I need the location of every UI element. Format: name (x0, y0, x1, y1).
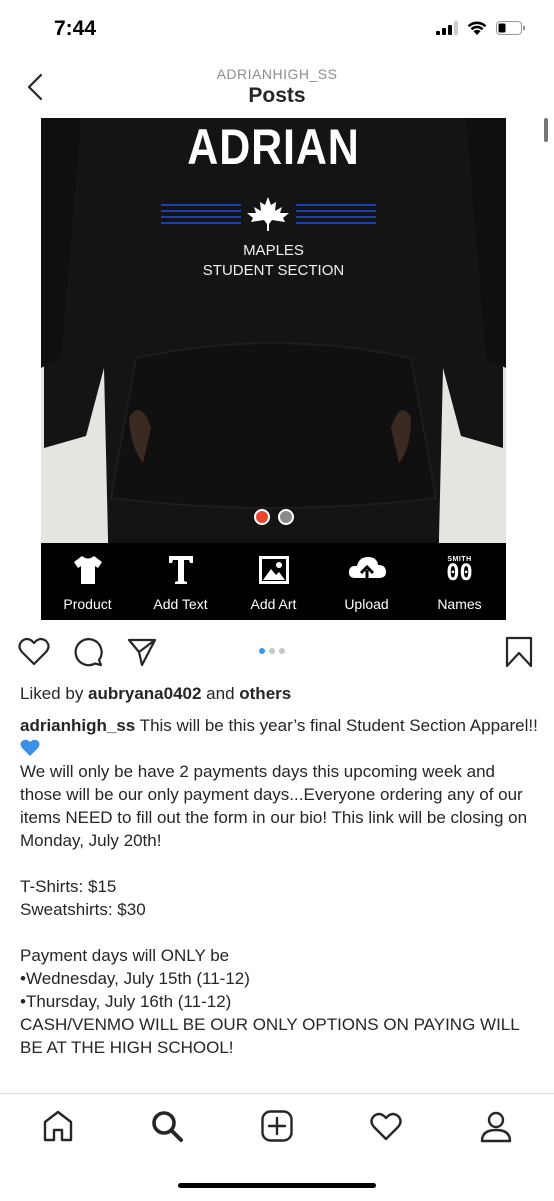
maple-leaf-icon (247, 197, 289, 231)
carousel-dot-active[interactable] (254, 509, 270, 525)
caption-body: We will only be have 2 payments days thi… (20, 762, 528, 1057)
shirt-text-line-2: STUDENT SECTION (202, 262, 345, 279)
status-time: 7:44 (54, 17, 97, 40)
add-art-tool-button[interactable]: Add Art (227, 543, 320, 620)
image-carousel-dots[interactable] (254, 509, 294, 525)
bookmark-icon (505, 636, 533, 668)
product-tool-button[interactable]: Product (41, 543, 134, 620)
add-text-tool-button[interactable]: Add Text (134, 543, 227, 620)
send-icon (127, 638, 157, 667)
post-media[interactable]: ADRIAN MAPLES STUDENT SECTION Product Ad… (0, 118, 554, 620)
tab-home[interactable] (38, 1106, 78, 1146)
likes-middle: and (201, 684, 240, 703)
tool-label: Add Text (153, 596, 208, 612)
media-scroll-indicator (544, 118, 548, 142)
new-post-icon (261, 1110, 293, 1142)
stripes-left (161, 204, 241, 228)
comment-button[interactable] (72, 636, 104, 668)
status-bar: 7:44 (0, 0, 554, 58)
battery-icon (496, 21, 525, 35)
jersey-number-icon: SMITH 00 (446, 555, 473, 586)
like-button[interactable] (18, 636, 50, 668)
post-carousel-dot (269, 648, 275, 654)
tool-label: Names (437, 596, 482, 612)
activity-heart-icon (370, 1112, 402, 1141)
caption-first-line: This will be this year’s final Student S… (135, 716, 538, 735)
carousel-dot[interactable] (278, 509, 294, 525)
image-icon (258, 556, 289, 584)
post-carousel-dots (259, 648, 285, 654)
page-title: Posts (248, 84, 306, 107)
caption-username[interactable]: adrianhigh_ss (20, 716, 135, 735)
post-carousel-dot (279, 648, 285, 654)
designer-toolbar: Product Add Text Add Art Upload SMITH 00… (41, 543, 506, 620)
shirt-brand-word: ADRIAN (187, 119, 360, 175)
account-username-header: ADRIANHIGH_SS (216, 66, 338, 82)
heart-icon (18, 637, 50, 666)
cloud-upload-icon (348, 557, 386, 584)
shirt-text-line-1: MAPLES (243, 242, 304, 259)
stripes-right (296, 204, 376, 228)
tab-new-post[interactable] (257, 1106, 297, 1146)
likes-summary[interactable]: Liked by aubryana0402 and others (20, 684, 291, 704)
home-indicator[interactable] (178, 1183, 376, 1188)
share-button[interactable] (126, 636, 158, 668)
tab-activity[interactable] (366, 1106, 406, 1146)
post-caption: adrianhigh_ss This will be this year’s f… (20, 714, 540, 1059)
text-icon (168, 556, 193, 584)
search-icon (152, 1111, 183, 1142)
status-icons (436, 20, 526, 36)
blue-heart-emoji-icon (20, 739, 40, 756)
tool-label: Upload (344, 596, 389, 612)
tab-search[interactable] (147, 1106, 187, 1146)
profile-icon (480, 1111, 512, 1143)
home-icon (43, 1110, 73, 1142)
tshirt-icon (73, 556, 102, 584)
top-nav: ADRIANHIGH_SS Posts (0, 58, 554, 118)
likes-username[interactable]: aubryana0402 (88, 684, 201, 703)
cellular-signal-icon (436, 21, 458, 35)
names-tool-button[interactable]: SMITH 00 Names (413, 543, 506, 620)
tab-profile[interactable] (476, 1106, 516, 1146)
upload-tool-button[interactable]: Upload (320, 543, 413, 620)
likes-others[interactable]: others (239, 684, 291, 703)
likes-prefix: Liked by (20, 684, 89, 703)
save-button[interactable] (504, 636, 536, 668)
wifi-icon (467, 21, 487, 35)
tool-label: Product (63, 596, 112, 612)
tool-label: Add Art (250, 596, 297, 612)
comment-icon (74, 638, 103, 667)
post-carousel-dot-active (259, 648, 265, 654)
